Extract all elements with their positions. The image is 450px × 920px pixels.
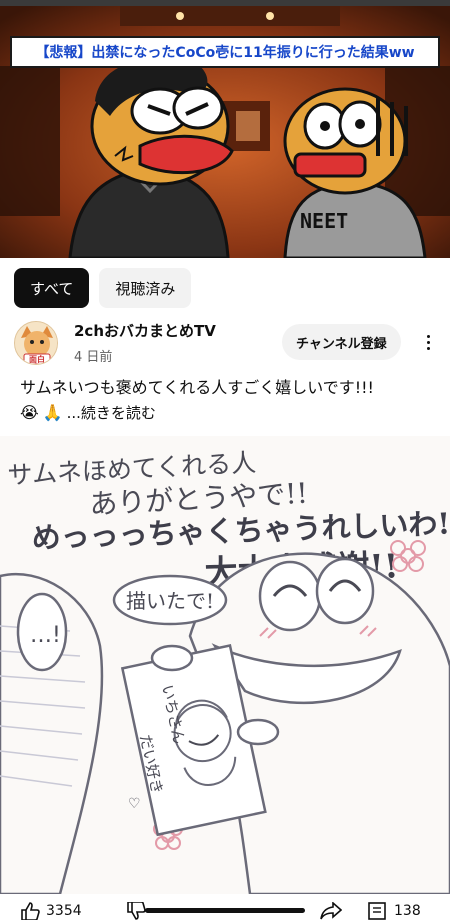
comments-button[interactable]: 138 bbox=[368, 902, 421, 920]
speech-right: 描いたで! bbox=[126, 589, 214, 613]
thumbs-down-icon bbox=[127, 902, 146, 920]
thumbs-up-icon bbox=[21, 902, 40, 920]
filter-chips: すべて 視聴済み bbox=[14, 268, 192, 308]
thumbnail-title: 【悲報】出禁になったCoCo壱に11年振りに行った結果ww bbox=[10, 36, 440, 68]
card-heart: ♡ bbox=[128, 796, 141, 812]
post-text: サムネいつも褒めてくれる人すごく嬉しいです!!! bbox=[20, 378, 374, 397]
home-indicator bbox=[145, 908, 305, 913]
post-image[interactable]: サムネほめてくれる人 ありがとうやで!! めっっっちゃくちゃうれしいわ!! 大大… bbox=[0, 436, 450, 894]
post-time: 4 日前 bbox=[74, 350, 113, 365]
illustration-art: サムネほめてくれる人 ありがとうやで!! めっっっちゃくちゃうれしいわ!! 大大… bbox=[0, 436, 450, 894]
video-thumbnail[interactable]: NEET 【悲報】出禁になったCoCo壱に11年振りに行った結果ww bbox=[0, 6, 450, 258]
pray-emoji-icon: 🙏 bbox=[42, 403, 63, 422]
read-more-link[interactable]: ...続きを読む bbox=[67, 401, 156, 425]
more-options-icon[interactable] bbox=[420, 328, 436, 356]
share-button[interactable] bbox=[320, 902, 342, 920]
crying-emoji-icon: 😭 bbox=[20, 403, 39, 422]
chip-all[interactable]: すべて bbox=[14, 268, 90, 308]
share-icon bbox=[320, 902, 342, 920]
avatar-art: 面白 bbox=[15, 322, 57, 364]
avatar-label: 面白 bbox=[29, 354, 45, 364]
speech-left: …! bbox=[30, 623, 61, 648]
channel-name[interactable]: 2chおバカまとめTV bbox=[74, 320, 216, 341]
channel-avatar[interactable]: 面白 bbox=[14, 321, 58, 365]
post-text-line2: 😭 🙏 ...続きを読む bbox=[20, 401, 156, 425]
subscribe-button[interactable]: チャンネル登録 bbox=[282, 324, 401, 360]
comment-count: 138 bbox=[394, 903, 421, 919]
dislike-button[interactable] bbox=[126, 902, 146, 920]
post-header: 面白 2chおバカまとめTV 4 日前 チャンネル登録 bbox=[14, 318, 438, 370]
like-button[interactable]: 3354 bbox=[20, 902, 82, 920]
like-count: 3354 bbox=[46, 903, 82, 919]
shirt-text: NEET bbox=[300, 209, 348, 233]
comment-icon bbox=[368, 902, 386, 920]
chip-watched[interactable]: 視聴済み bbox=[99, 268, 192, 308]
